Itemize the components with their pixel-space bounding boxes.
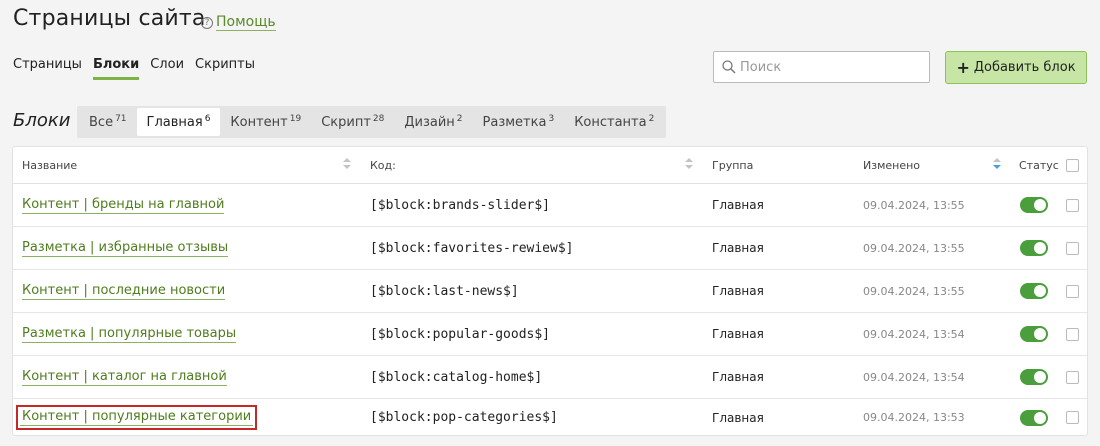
add-block-label: Добавить блок (973, 60, 1076, 75)
sort-icon[interactable] (685, 158, 693, 170)
filter-tab-all[interactable]: Все 71 (79, 108, 137, 136)
table-row: Контент | последние новости [$block:last… (13, 270, 1087, 313)
status-toggle[interactable] (1020, 240, 1048, 256)
search-box[interactable] (713, 51, 930, 83)
subnav-item-scripts[interactable]: Скрипты (195, 57, 255, 80)
filter-tab-count: 2 (456, 114, 463, 124)
block-code: [$block:favorites-rewiew$] (370, 240, 574, 256)
filter-tab-count: 19 (289, 114, 302, 124)
table-row: Разметка | популярные товары [$block:pop… (13, 313, 1087, 356)
page-title: Страницы сайта (13, 6, 206, 31)
filter-tab-label: Дизайн (404, 114, 455, 130)
status-toggle[interactable] (1020, 369, 1048, 385)
help-link[interactable]: ? Помощь (201, 14, 276, 31)
filter-tab-main[interactable]: Главная 6 (136, 108, 221, 136)
table-header: Название Код: Группа Изменено Статус (13, 147, 1087, 184)
block-modified: 09.04.2024, 13:55 (863, 284, 965, 298)
block-group: Главная (712, 241, 764, 255)
row-checkbox[interactable] (1066, 198, 1079, 212)
blocks-table: Название Код: Группа Изменено Статус Кон… (12, 146, 1088, 436)
filter-tab-label: Все (89, 114, 114, 130)
column-header-code[interactable]: Код: (370, 159, 396, 172)
status-toggle[interactable] (1020, 283, 1048, 299)
block-name-link[interactable]: Разметка | избранные отзывы (22, 240, 229, 257)
filter-tab-count: 71 (115, 114, 127, 124)
status-toggle[interactable] (1020, 326, 1048, 342)
filter-tab-count: 6 (204, 114, 211, 124)
block-modified: 09.04.2024, 13:53 (863, 411, 965, 424)
subnav-item-blocks[interactable]: Блоки (92, 57, 140, 80)
filter-tab-label: Скрипт (321, 114, 371, 130)
sort-icon[interactable] (343, 158, 351, 170)
filter-tab-design[interactable]: Дизайн 2 (394, 108, 472, 136)
filter-tab-script[interactable]: Скрипт 28 (311, 108, 394, 136)
table-row: Разметка | избранные отзывы [$block:favo… (13, 227, 1087, 270)
filter-tab-label: Константа (574, 114, 647, 130)
row-checkbox[interactable] (1066, 284, 1079, 298)
block-code: [$block:brands-slider$] (370, 197, 551, 213)
block-group: Главная (712, 327, 764, 341)
table-row: Контент | бренды на главной [$block:bran… (13, 184, 1087, 227)
column-header-modified[interactable]: Изменено (863, 159, 920, 172)
row-checkbox[interactable] (1066, 241, 1079, 255)
row-checkbox[interactable] (1066, 370, 1079, 384)
section-title: Блоки (13, 110, 71, 131)
block-code: [$block:pop-categories$] (370, 410, 558, 425)
plus-icon: + (956, 57, 970, 77)
block-name-link[interactable]: Контент | последние новости (22, 283, 226, 300)
column-header-name[interactable]: Название (22, 159, 77, 172)
filter-tab-label: Главная (146, 114, 203, 130)
filter-tab-count: 2 (648, 114, 655, 124)
column-header-group[interactable]: Группа (712, 159, 753, 172)
block-group: Главная (712, 410, 764, 425)
block-group: Главная (712, 284, 764, 298)
block-code: [$block:catalog-home$] (370, 369, 543, 385)
table-row: Контент | популярные категории [$block:p… (13, 399, 1087, 436)
column-header-status[interactable]: Статус (1019, 159, 1059, 172)
help-label: Помощь (216, 14, 276, 31)
row-checkbox[interactable] (1066, 327, 1079, 341)
block-name-link[interactable]: Контент | каталог на главной (22, 369, 227, 386)
filter-tab-label: Разметка (482, 114, 547, 130)
help-icon: ? (201, 16, 213, 29)
block-code: [$block:last-news$] (370, 283, 519, 299)
subnav-item-pages[interactable]: Страницы (13, 57, 82, 80)
select-all-checkbox[interactable] (1066, 159, 1079, 172)
filter-tab-count: 28 (372, 114, 385, 124)
filter-tabs: Все 71 Главная 6 Контент 19 Скрипт 28 Дизайн… (77, 106, 667, 138)
block-name-link[interactable]: Контент | бренды на главной (22, 197, 225, 214)
search-icon (722, 60, 736, 74)
filter-tab-constant[interactable]: Константа 2 (564, 108, 664, 136)
section-nav: Страницы Блоки Слои Скрипты (13, 57, 266, 80)
block-modified: 09.04.2024, 13:54 (863, 327, 965, 341)
status-toggle[interactable] (1020, 197, 1048, 213)
filter-tab-content[interactable]: Контент 19 (220, 108, 311, 136)
search-input[interactable] (740, 59, 920, 75)
block-name-link-highlighted[interactable]: Контент | популярные категории (15, 405, 258, 430)
block-code: [$block:popular-goods$] (370, 326, 551, 342)
block-name-link[interactable]: Разметка | популярные товары (22, 326, 237, 343)
sort-desc-icon[interactable] (993, 158, 1001, 170)
filter-tab-count: 3 (548, 114, 555, 124)
row-checkbox[interactable] (1066, 411, 1079, 424)
block-modified: 09.04.2024, 13:54 (863, 370, 965, 384)
filter-tab-label: Контент (230, 114, 288, 130)
filter-tab-markup[interactable]: Разметка 3 (473, 108, 565, 136)
block-modified: 09.04.2024, 13:55 (863, 241, 965, 255)
block-group: Главная (712, 370, 764, 384)
subnav-item-layers[interactable]: Слои (150, 57, 184, 80)
status-toggle[interactable] (1020, 409, 1048, 426)
block-group: Главная (712, 198, 764, 212)
table-row: Контент | каталог на главной [$block:cat… (13, 356, 1087, 399)
add-block-button[interactable]: + Добавить блок (945, 51, 1087, 84)
block-modified: 09.04.2024, 13:55 (863, 198, 965, 212)
